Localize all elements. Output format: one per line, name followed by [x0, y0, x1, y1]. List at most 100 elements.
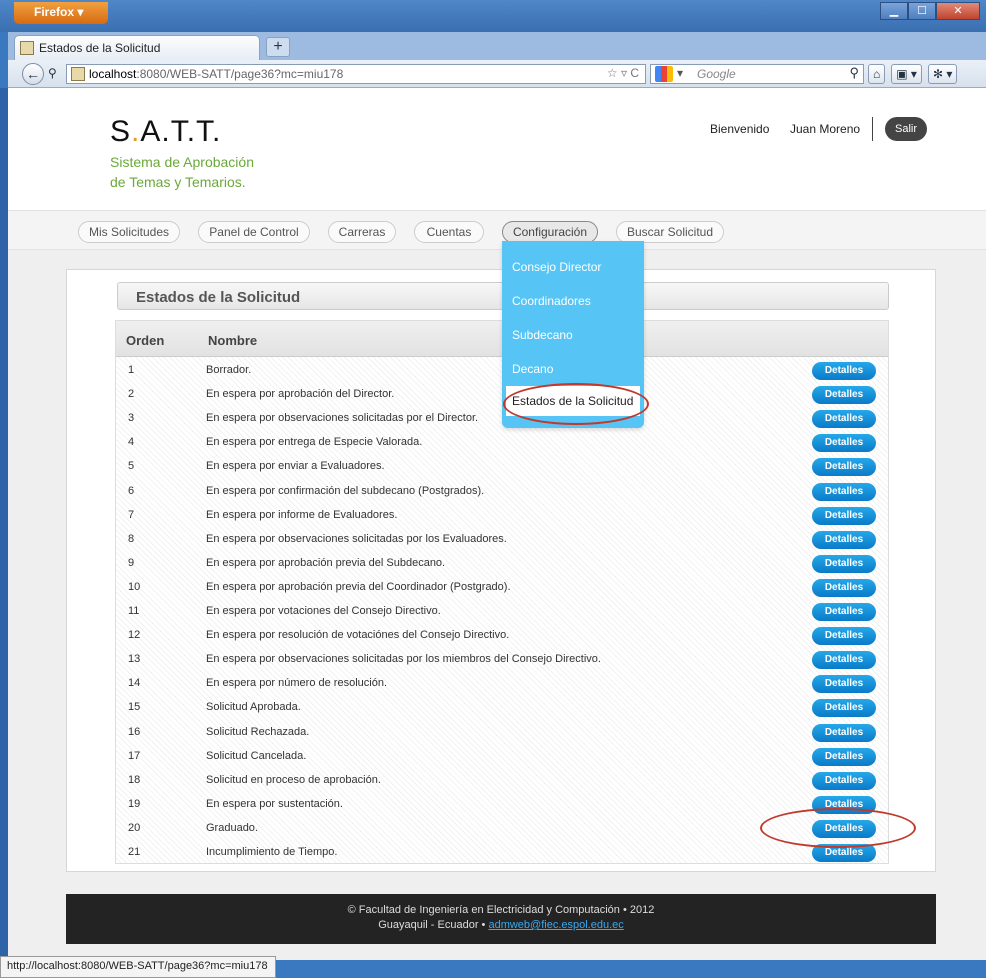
favicon-icon — [20, 41, 34, 55]
dropdown-item-consejo-director[interactable]: Consejo Director — [512, 260, 601, 274]
toolbar-icons: ⌂ ▣ ▾ ✻ ▾ — [868, 64, 958, 84]
detalles-button[interactable]: Detalles — [812, 723, 876, 742]
row-orden: 16 — [128, 725, 141, 738]
detalles-button[interactable]: Detalles — [812, 458, 876, 477]
row-nombre: Borrador. — [206, 364, 252, 376]
url-bar[interactable]: localhost:8080/WEB-SATT/page36?mc=miu178… — [66, 64, 646, 84]
table-row: 4 En espera por entrega de Especie Valora… — [116, 430, 888, 454]
back-arrow-icon[interactable]: ← — [22, 63, 44, 85]
minimize-icon[interactable]: ▁ — [880, 2, 908, 20]
menu-buscar-solicitud[interactable]: Buscar Solicitud — [616, 221, 724, 243]
url-tools[interactable]: ☆ ▿ C — [607, 66, 639, 80]
detalles-button[interactable]: Detalles — [812, 410, 876, 429]
table-row: 15 Solicitud Aprobada. Detalles — [116, 695, 888, 719]
main-menu: Mis Solicitudes Panel de Control Carrera… — [8, 210, 986, 250]
addon-icon[interactable]: ✻ ▾ — [927, 64, 958, 84]
home-icon[interactable]: ⌂ — [868, 64, 886, 84]
maximize-icon[interactable]: ☐ — [908, 2, 936, 20]
detalles-button[interactable]: Detalles — [812, 627, 876, 646]
content-card: Estados de la Solicitud Orden Nombre 1 Bo… — [66, 269, 936, 872]
window-controls: ▁ ☐ ✕ — [880, 2, 980, 20]
row-orden: 11 — [128, 605, 140, 617]
row-orden: 5 — [128, 460, 135, 473]
detalles-button[interactable]: Detalles — [812, 747, 876, 766]
table-row: 6 En espera por confirmación del subdecan… — [116, 479, 888, 503]
welcome-text: Bienvenido — [710, 122, 770, 136]
annotation-ellipse-menu — [503, 383, 649, 425]
dropdown-item-subdecano[interactable]: Subdecano — [512, 328, 573, 342]
row-nombre: En espera por aprobación previa del Subd… — [206, 556, 446, 569]
close-icon[interactable]: ✕ — [936, 2, 980, 20]
row-orden: 1 — [128, 364, 135, 376]
detalles-button[interactable]: Detalles — [812, 362, 876, 380]
row-nombre: Solicitud Rechazada. — [206, 725, 310, 738]
menu-mis-solicitudes[interactable]: Mis Solicitudes — [78, 221, 180, 243]
row-orden: 12 — [128, 629, 141, 642]
footer-email-link[interactable]: admweb@fiec.espol.edu.ec — [488, 919, 623, 931]
detalles-button[interactable]: Detalles — [812, 675, 876, 694]
row-nombre: En espera por confirmación del subdecano… — [206, 484, 485, 497]
annotation-ellipse-detalles — [760, 808, 916, 848]
row-orden: 19 — [128, 797, 141, 810]
column-header-orden[interactable]: Orden — [126, 333, 164, 348]
tab-strip: Estados de la Solicitud + — [8, 32, 986, 60]
page-viewport: S.A.T.T. Sistema de Aprobación de Temas … — [8, 88, 986, 960]
detalles-button[interactable]: Detalles — [812, 530, 876, 549]
bookmarks-icon[interactable]: ▣ ▾ — [891, 64, 922, 84]
row-orden: 18 — [128, 773, 141, 786]
firefox-menu-button[interactable]: Firefox ▾ — [14, 2, 108, 24]
detalles-button[interactable]: Detalles — [812, 771, 876, 790]
row-orden: 13 — [128, 653, 141, 666]
table-row: 18 Solicitud en proceso de aprobación. Det… — [116, 768, 888, 792]
row-nombre: En espera por resolución de votaciónes d… — [206, 629, 510, 642]
logout-button[interactable]: Salir — [885, 117, 927, 141]
url-path: :8080/WEB-SATT/page36?mc=miu178 — [136, 67, 344, 81]
identity-icon[interactable]: ⚲ — [48, 66, 57, 80]
row-nombre: En espera por observaciones solicitadas … — [206, 412, 479, 425]
browser-tab[interactable]: Estados de la Solicitud — [14, 35, 260, 60]
dropdown-item-decano[interactable]: Decano — [512, 362, 553, 376]
column-header-nombre[interactable]: Nombre — [208, 333, 257, 348]
detalles-button[interactable]: Detalles — [812, 603, 876, 621]
row-nombre: Solicitud Aprobada. — [206, 701, 301, 714]
row-orden: 15 — [128, 701, 141, 714]
search-placeholder: Google — [697, 67, 736, 81]
window-border — [0, 88, 8, 956]
user-name[interactable]: Juan Moreno — [790, 122, 860, 136]
menu-cuentas[interactable]: Cuentas — [414, 221, 484, 243]
row-orden: 10 — [128, 580, 141, 593]
detalles-button[interactable]: Detalles — [812, 482, 876, 501]
google-icon[interactable] — [655, 66, 673, 82]
row-orden: 2 — [128, 388, 135, 401]
table-row: 5 En espera por enviar a Evaluadores. Deta… — [116, 454, 888, 478]
footer-copyright: © Facultad de Ingeniería en Electricidad… — [347, 904, 655, 916]
detalles-button[interactable]: Detalles — [812, 386, 876, 405]
detalles-button[interactable]: Detalles — [812, 699, 876, 718]
menu-carreras[interactable]: Carreras — [328, 221, 396, 243]
site-subtitle: Sistema de Aprobación de Temas y Temario… — [110, 154, 254, 190]
row-nombre: En espera por número de resolución. — [206, 677, 387, 690]
divider — [872, 117, 873, 141]
status-bar: http://localhost:8080/WEB-SATT/page36?mc… — [0, 956, 276, 978]
row-nombre: En espera por observaciones solicitadas … — [206, 653, 601, 666]
detalles-button[interactable]: Detalles — [812, 506, 876, 525]
detalles-button[interactable]: Detalles — [812, 554, 876, 573]
site-logo[interactable]: S.A.T.T. — [110, 115, 221, 149]
row-nombre: En espera por aprobación del Director. — [206, 388, 395, 401]
table-row: 21 Incumplimiento de Tiempo. Detalles — [116, 840, 888, 864]
table-row: 7 En espera por informe de Evaluadores. De… — [116, 503, 888, 527]
magnifier-icon[interactable]: ⚲ — [849, 65, 859, 81]
search-input[interactable]: ▾ Google ⚲ — [650, 64, 864, 84]
detalles-button[interactable]: Detalles — [812, 651, 876, 670]
chevron-down-icon[interactable]: ▾ — [677, 66, 683, 80]
detalles-button[interactable]: Detalles — [812, 578, 876, 597]
row-orden: 20 — [128, 821, 141, 834]
table-row: 14 En espera por número de resolución. Det… — [116, 671, 888, 695]
new-tab-button[interactable]: + — [266, 37, 290, 57]
menu-configuracion[interactable]: Configuración — [502, 221, 598, 243]
dropdown-item-coordinadores[interactable]: Coordinadores — [512, 294, 591, 308]
row-orden: 9 — [128, 556, 135, 569]
menu-panel-de-control[interactable]: Panel de Control — [198, 221, 310, 243]
row-nombre: Incumplimiento de Tiempo. — [206, 846, 338, 858]
detalles-button[interactable]: Detalles — [812, 434, 876, 453]
